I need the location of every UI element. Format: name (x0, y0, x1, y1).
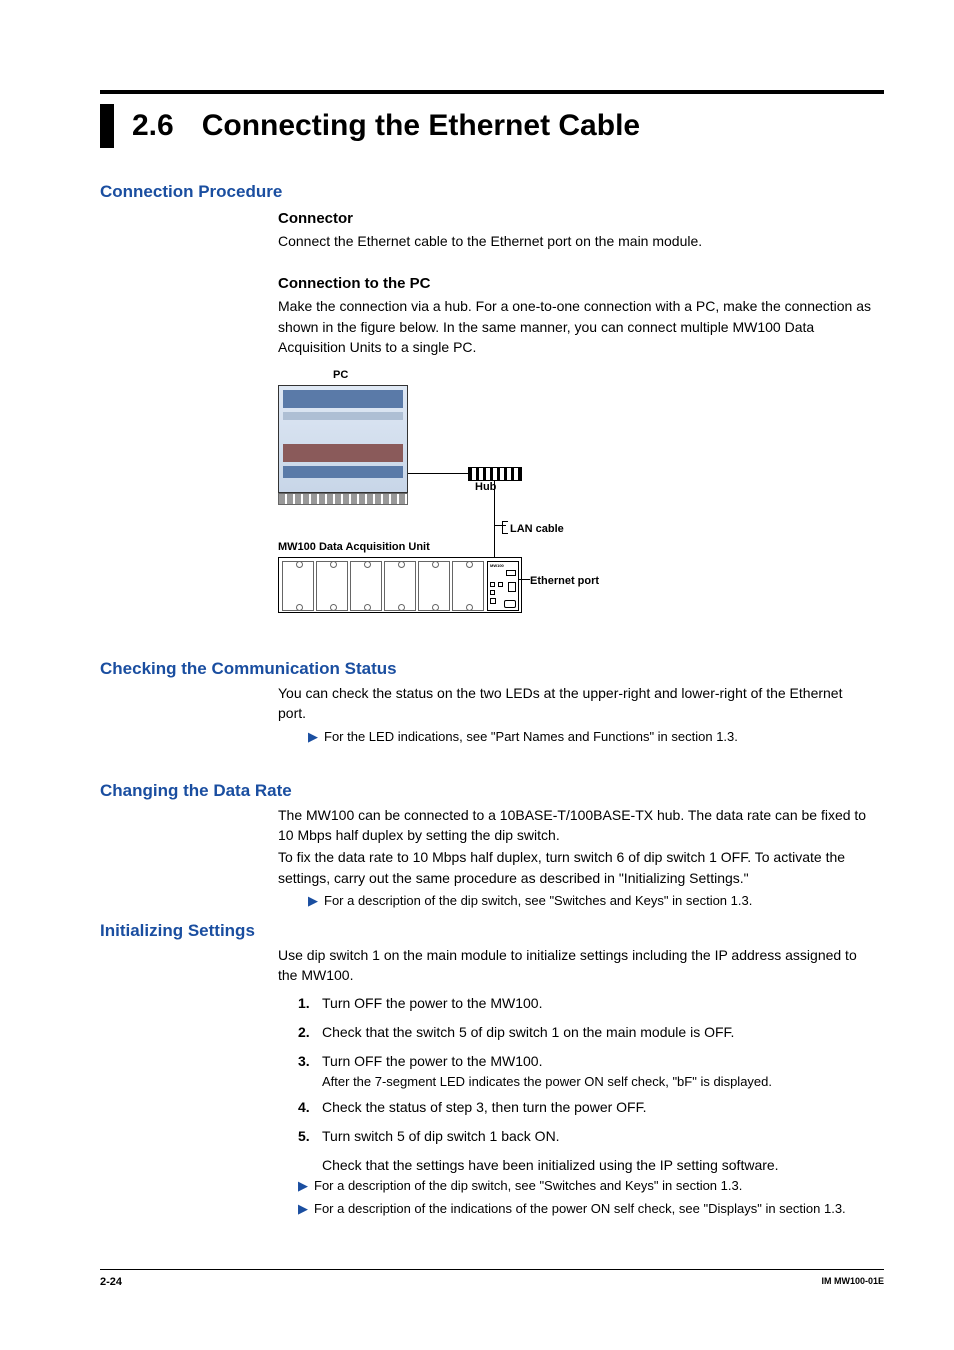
list-item: 1. Turn OFF the power to the MW100. (298, 993, 874, 1014)
step-subtext: After the 7-segment LED indicates the po… (322, 1074, 874, 1089)
body-text: Connect the Ethernet cable to the Ethern… (278, 231, 874, 251)
figure-label-lan: LAN cable (510, 523, 564, 535)
chapter-title: Connecting the Ethernet Cable (202, 104, 640, 148)
list-item: 4. Check the status of step 3, then turn… (298, 1097, 874, 1118)
body-text: Use dip switch 1 on the main module to i… (278, 945, 874, 986)
cross-reference: ▶ For a description of the dip switch, s… (308, 892, 874, 911)
chapter-heading: 2.6 Connecting the Ethernet Cable (100, 104, 884, 148)
list-item: 3. Turn OFF the power to the MW100. (298, 1051, 874, 1072)
figure-label-mw100: MW100 Data Acquisition Unit (278, 541, 430, 553)
reference-arrow-icon: ▶ (298, 1200, 308, 1219)
list-item: 5. Turn switch 5 of dip switch 1 back ON… (298, 1126, 874, 1147)
connection-figure: PC Hub LAN cable MW100 Data Acquisition … (278, 369, 758, 625)
figure-label-ethernet-port: Ethernet port (530, 575, 599, 587)
cross-reference: ▶ For a description of the indications o… (298, 1200, 884, 1219)
page-number: 2-24 (100, 1276, 122, 1288)
body-text: You can check the status on the two LEDs… (278, 683, 874, 724)
step-number: 1. (298, 993, 322, 1014)
body-text: The MW100 can be connected to a 10BASE-T… (278, 805, 874, 846)
cross-reference: ▶ For the LED indications, see "Part Nam… (308, 728, 874, 747)
chapter-bar (100, 104, 114, 148)
subhead-connector: Connector (278, 210, 884, 227)
reference-arrow-icon: ▶ (308, 892, 318, 911)
step-number: 2. (298, 1022, 322, 1043)
step-number: 5. (298, 1126, 322, 1147)
step-text: Turn OFF the power to the MW100. (322, 1051, 542, 1072)
page-footer: 2-24 IM MW100-01E (100, 1269, 884, 1288)
figure-label-pc: PC (333, 369, 348, 381)
reference-text: For the LED indications, see "Part Names… (324, 728, 738, 747)
body-text: Make the connection via a hub. For a one… (278, 296, 874, 357)
document-id: IM MW100-01E (821, 1276, 884, 1288)
figure-pc-icon (278, 385, 408, 493)
step-continuation: Check that the settings have been initia… (322, 1157, 874, 1173)
figure-mw100-icon: MW100 (278, 557, 522, 613)
section-connection-procedure: Connection Procedure (100, 182, 884, 202)
reference-arrow-icon: ▶ (308, 728, 318, 747)
figure-hub-icon (468, 467, 522, 481)
step-text: Turn OFF the power to the MW100. (322, 993, 542, 1014)
figure-keyboard-icon (278, 493, 408, 505)
subhead-connection-pc: Connection to the PC (278, 275, 884, 292)
reference-text: For a description of the dip switch, see… (324, 892, 752, 911)
list-item: 2. Check that the switch 5 of dip switch… (298, 1022, 874, 1043)
step-text: Check the status of step 3, then turn th… (322, 1097, 647, 1118)
reference-arrow-icon: ▶ (298, 1177, 308, 1196)
chapter-number: 2.6 (132, 104, 174, 148)
step-number: 3. (298, 1051, 322, 1072)
body-text: To fix the data rate to 10 Mbps half dup… (278, 847, 874, 888)
section-initializing: Initializing Settings (100, 921, 884, 941)
figure-mw100-tag: MW100 (490, 563, 504, 568)
step-text: Turn switch 5 of dip switch 1 back ON. (322, 1126, 560, 1147)
section-data-rate: Changing the Data Rate (100, 781, 884, 801)
reference-text: For a description of the indications of … (314, 1200, 846, 1219)
cross-reference: ▶ For a description of the dip switch, s… (298, 1177, 884, 1196)
section-comm-status: Checking the Communication Status (100, 659, 884, 679)
reference-text: For a description of the dip switch, see… (314, 1177, 742, 1196)
step-number: 4. (298, 1097, 322, 1118)
step-text: Check that the switch 5 of dip switch 1 … (322, 1022, 734, 1043)
